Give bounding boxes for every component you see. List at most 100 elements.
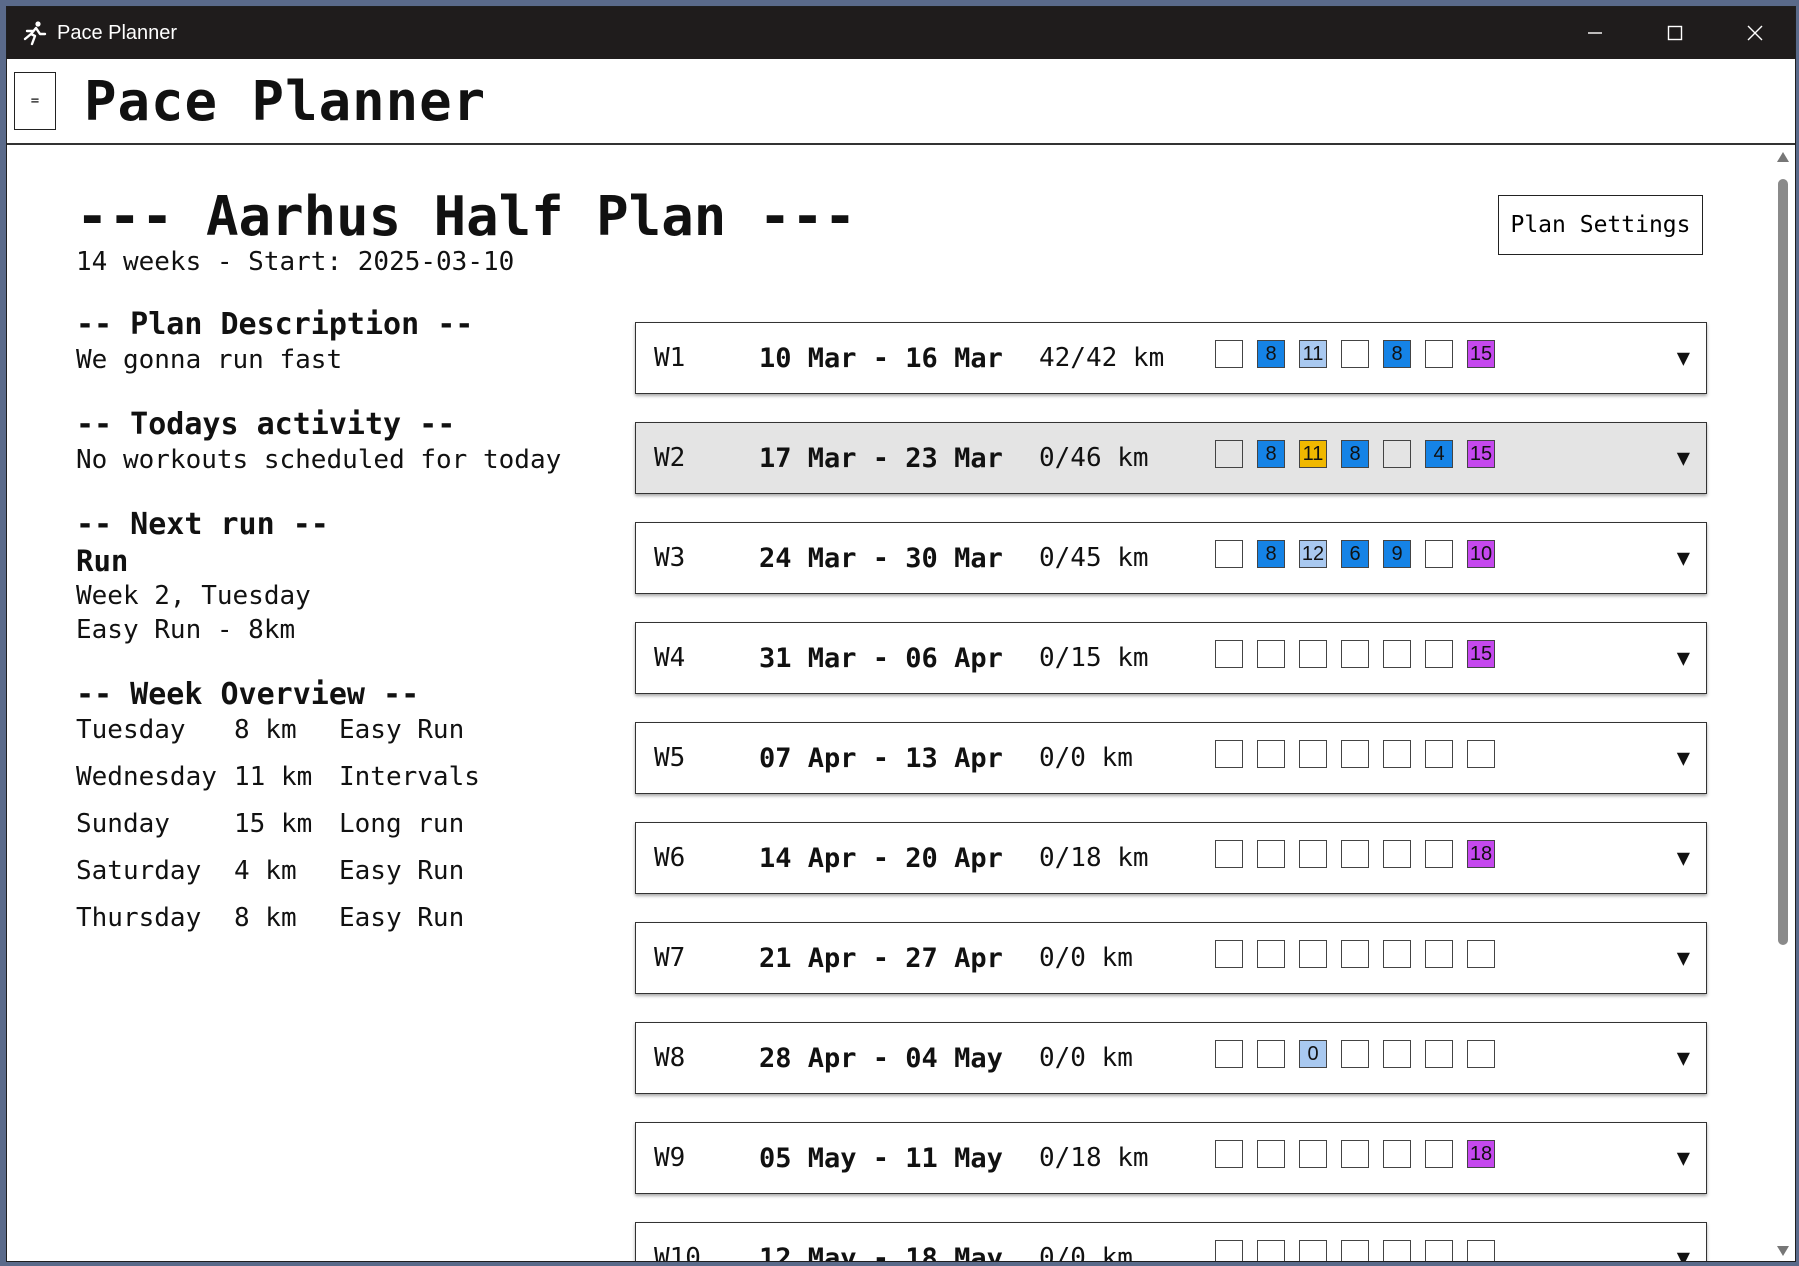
- day-box[interactable]: [1383, 1040, 1411, 1068]
- day-box[interactable]: 11: [1299, 340, 1327, 368]
- day-box[interactable]: [1383, 640, 1411, 668]
- day-box[interactable]: 0: [1299, 1040, 1327, 1068]
- day-box[interactable]: [1425, 540, 1453, 568]
- day-box[interactable]: [1341, 340, 1369, 368]
- day-box[interactable]: 9: [1383, 540, 1411, 568]
- week-row[interactable]: W9 05 May - 11 May 0/18 km 18 ▼: [635, 1122, 1707, 1194]
- day-box[interactable]: [1467, 1040, 1495, 1068]
- day-box[interactable]: [1467, 940, 1495, 968]
- menu-button[interactable]: =: [14, 72, 56, 130]
- day-box[interactable]: [1425, 340, 1453, 368]
- day-box[interactable]: [1257, 640, 1285, 668]
- expand-arrow-icon[interactable]: ▼: [1677, 1146, 1690, 1171]
- day-box[interactable]: [1425, 1040, 1453, 1068]
- day-box[interactable]: [1383, 940, 1411, 968]
- day-box[interactable]: [1299, 940, 1327, 968]
- scrollbar-thumb[interactable]: [1778, 179, 1788, 945]
- day-box[interactable]: [1257, 1240, 1285, 1261]
- scroll-up-arrow-icon[interactable]: [1776, 151, 1790, 163]
- week-row[interactable]: W8 28 Apr - 04 May 0/0 km 0 ▼: [635, 1022, 1707, 1094]
- week-row[interactable]: W10 12 May - 18 May 0/0 km ▼: [635, 1222, 1707, 1262]
- expand-arrow-icon[interactable]: ▼: [1677, 1246, 1690, 1262]
- day-box[interactable]: [1425, 1240, 1453, 1261]
- day-box[interactable]: 15: [1467, 340, 1495, 368]
- day-box[interactable]: [1425, 840, 1453, 868]
- scroll-down-arrow-icon[interactable]: [1776, 1245, 1790, 1257]
- week-row[interactable]: W6 14 Apr - 20 Apr 0/18 km 18 ▼: [635, 822, 1707, 894]
- expand-arrow-icon[interactable]: ▼: [1677, 946, 1690, 971]
- day-box[interactable]: 8: [1257, 540, 1285, 568]
- minimize-button[interactable]: [1555, 7, 1635, 59]
- day-box[interactable]: [1257, 940, 1285, 968]
- day-box[interactable]: [1215, 440, 1243, 468]
- day-box[interactable]: 10: [1467, 540, 1495, 568]
- day-box[interactable]: [1215, 1240, 1243, 1261]
- day-box[interactable]: [1299, 740, 1327, 768]
- day-box[interactable]: [1425, 640, 1453, 668]
- week-row[interactable]: W7 21 Apr - 27 Apr 0/0 km ▼: [635, 922, 1707, 994]
- week-row[interactable]: W4 31 Mar - 06 Apr 0/15 km 15 ▼: [635, 622, 1707, 694]
- day-box[interactable]: [1215, 1140, 1243, 1168]
- day-box[interactable]: [1257, 840, 1285, 868]
- day-box[interactable]: [1383, 840, 1411, 868]
- day-box[interactable]: [1341, 1040, 1369, 1068]
- day-box[interactable]: [1299, 1240, 1327, 1261]
- day-box[interactable]: [1341, 740, 1369, 768]
- week-row[interactable]: W1 10 Mar - 16 Mar 42/42 km 8 11 8 15 ▼: [635, 322, 1707, 394]
- expand-arrow-icon[interactable]: ▼: [1677, 1046, 1690, 1071]
- day-box[interactable]: [1215, 740, 1243, 768]
- day-box[interactable]: [1467, 1240, 1495, 1261]
- week-row[interactable]: W2 17 Mar - 23 Mar 0/46 km 8 11 8 4 15 ▼: [635, 422, 1707, 494]
- close-button[interactable]: [1715, 7, 1795, 59]
- day-box[interactable]: [1383, 1240, 1411, 1261]
- day-box[interactable]: 15: [1467, 640, 1495, 668]
- day-box[interactable]: [1215, 640, 1243, 668]
- day-box[interactable]: [1257, 740, 1285, 768]
- day-box[interactable]: [1215, 540, 1243, 568]
- day-box[interactable]: [1341, 1240, 1369, 1261]
- day-box[interactable]: [1341, 640, 1369, 668]
- day-box[interactable]: [1299, 640, 1327, 668]
- week-row[interactable]: W3 24 Mar - 30 Mar 0/45 km 8 12 6 9 10 ▼: [635, 522, 1707, 594]
- day-box[interactable]: [1257, 1140, 1285, 1168]
- day-box[interactable]: 12: [1299, 540, 1327, 568]
- expand-arrow-icon[interactable]: ▼: [1677, 646, 1690, 671]
- day-box[interactable]: 8: [1257, 440, 1285, 468]
- day-box[interactable]: [1341, 940, 1369, 968]
- expand-arrow-icon[interactable]: ▼: [1677, 746, 1690, 771]
- day-box[interactable]: [1257, 1040, 1285, 1068]
- maximize-button[interactable]: [1635, 7, 1715, 59]
- expand-arrow-icon[interactable]: ▼: [1677, 346, 1690, 371]
- day-box[interactable]: [1383, 740, 1411, 768]
- day-box[interactable]: 8: [1257, 340, 1285, 368]
- day-box[interactable]: 11: [1299, 440, 1327, 468]
- day-box[interactable]: [1341, 840, 1369, 868]
- day-box[interactable]: [1215, 940, 1243, 968]
- day-box[interactable]: 15: [1467, 440, 1495, 468]
- day-box[interactable]: [1299, 1140, 1327, 1168]
- day-box[interactable]: 18: [1467, 840, 1495, 868]
- day-box[interactable]: [1299, 840, 1327, 868]
- week-row[interactable]: W5 07 Apr - 13 Apr 0/0 km ▼: [635, 722, 1707, 794]
- day-box[interactable]: [1467, 740, 1495, 768]
- day-box[interactable]: [1425, 1140, 1453, 1168]
- day-box[interactable]: [1383, 1140, 1411, 1168]
- day-box[interactable]: 4: [1425, 440, 1453, 468]
- day-box[interactable]: [1215, 340, 1243, 368]
- day-box[interactable]: [1215, 1040, 1243, 1068]
- expand-arrow-icon[interactable]: ▼: [1677, 546, 1690, 571]
- week-distance: 42/42 km: [1039, 343, 1165, 373]
- day-box[interactable]: [1425, 940, 1453, 968]
- day-box[interactable]: 18: [1467, 1140, 1495, 1168]
- plan-settings-button[interactable]: Plan Settings: [1498, 195, 1703, 255]
- day-box[interactable]: [1215, 840, 1243, 868]
- expand-arrow-icon[interactable]: ▼: [1677, 846, 1690, 871]
- day-box[interactable]: [1425, 740, 1453, 768]
- day-box[interactable]: 8: [1341, 440, 1369, 468]
- day-box[interactable]: 6: [1341, 540, 1369, 568]
- day-box[interactable]: [1383, 440, 1411, 468]
- expand-arrow-icon[interactable]: ▼: [1677, 446, 1690, 471]
- scrollbar[interactable]: [1771, 145, 1795, 1261]
- day-box[interactable]: [1341, 1140, 1369, 1168]
- day-box[interactable]: 8: [1383, 340, 1411, 368]
